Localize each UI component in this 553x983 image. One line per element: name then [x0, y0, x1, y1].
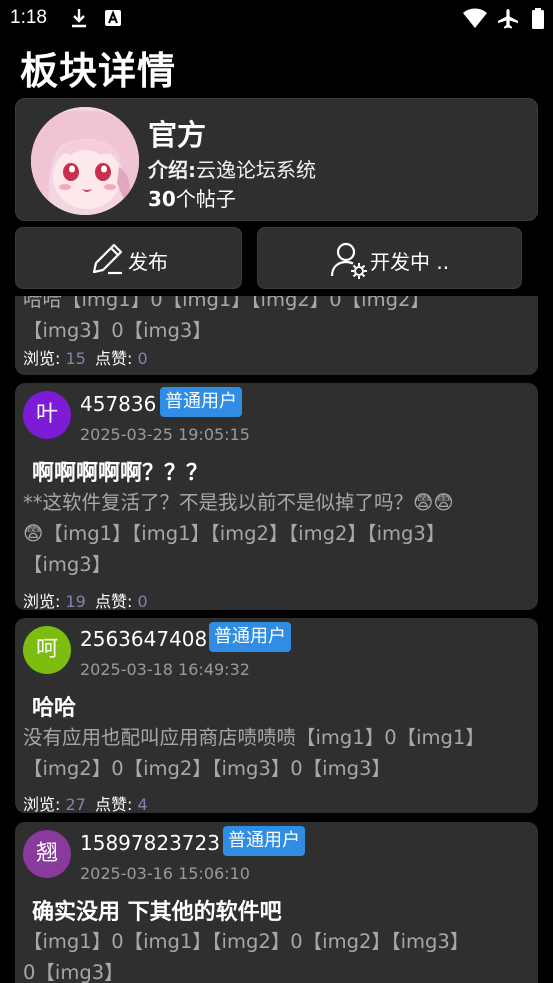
board-intro: 介绍:云逸论坛系统	[148, 154, 316, 183]
user-role-badge: 普通用户	[209, 622, 291, 652]
board-post-count: 30个帖子	[148, 183, 236, 212]
download-icon	[70, 8, 88, 32]
post-body-line: 【img2】0【img2】【img3】0【img3】	[23, 757, 391, 780]
post-date: 2025-03-25 19:05:15	[80, 425, 250, 444]
board-avatar[interactable]	[31, 107, 139, 215]
post-date: 2025-03-18 16:49:32	[80, 660, 250, 679]
user-avatar[interactable]: 呵	[23, 626, 71, 674]
likes-count: 0	[137, 592, 148, 610]
likes-label: 点赞:	[94, 349, 133, 368]
user-avatar[interactable]: 叶	[23, 391, 71, 439]
likes-label: 点赞:	[94, 795, 133, 813]
username[interactable]: 2563647408	[80, 627, 207, 651]
status-time: 1:18	[10, 7, 47, 28]
views-count: 15	[65, 349, 86, 368]
views-count: 19	[65, 592, 86, 610]
post-body: 没有应用也配叫应用商店啧啧啧【img1】0【img1】 【img2】0【img2…	[23, 722, 528, 784]
board-intro-text: 云逸论坛系统	[196, 158, 316, 182]
post-title: 哈哈	[32, 696, 77, 721]
page-title: 板块详情	[20, 49, 177, 93]
user-settings-icon	[330, 240, 370, 284]
post-stats: 浏览: 15 点赞: 0	[23, 345, 148, 369]
post-body-line: 哈哈【img1】0【img1】【img2】0【img2】	[23, 296, 430, 311]
post-card[interactable]: 呵 2563647408 普通用户 2025-03-18 16:49:32 哈哈…	[15, 618, 538, 813]
post-card[interactable]: 哈哈【img1】0【img1】【img2】0【img2】 【img3】0【img…	[15, 296, 538, 375]
user-role-badge: 普通用户	[160, 387, 242, 417]
post-title: 啊啊啊啊啊？？？	[32, 461, 209, 486]
board-info-card: 官方 介绍:云逸论坛系统 30个帖子	[15, 98, 538, 221]
post-body: 【img1】0【img1】【img2】0【img2】【img3】 0【img3】	[23, 926, 528, 983]
pen-edit-icon	[88, 240, 126, 282]
user-role-badge: 普通用户	[223, 826, 305, 856]
in-development-button[interactable]: 开发中 ..	[257, 227, 522, 289]
post-body-line: 0【img3】	[23, 961, 124, 983]
publish-button[interactable]: 发布	[15, 227, 242, 289]
post-body-line: 【img3】0【img3】	[23, 319, 212, 342]
post-body-line: **这软件复活了？不是我以前不是似掉了吗？😨😨	[23, 491, 454, 514]
post-body-line: 【img3】	[23, 553, 112, 576]
views-label: 浏览:	[23, 349, 61, 368]
views-label: 浏览:	[23, 795, 61, 813]
post-body-line: 【img1】0【img1】【img2】0【img2】【img3】	[23, 930, 470, 953]
text-app-icon	[104, 8, 122, 32]
post-card[interactable]: 翘 15897823723 普通用户 2025-03-16 15:06:10 确…	[15, 822, 538, 983]
battery-icon	[531, 8, 545, 34]
username[interactable]: 15897823723	[80, 831, 220, 855]
views-label: 浏览:	[23, 592, 61, 610]
post-feed[interactable]: 哈哈【img1】0【img1】【img2】0【img2】 【img3】0【img…	[0, 296, 553, 983]
post-stats: 浏览: 19 点赞: 0	[23, 588, 148, 610]
post-body: 哈哈【img1】0【img1】【img2】0【img2】 【img3】0【img…	[23, 296, 528, 346]
post-stats: 浏览: 27 点赞: 4	[23, 791, 148, 813]
post-card[interactable]: 叶 457836 普通用户 2025-03-25 19:05:15 啊啊啊啊啊？…	[15, 383, 538, 610]
board-intro-label: 介绍:	[148, 158, 196, 182]
likes-count: 0	[137, 349, 148, 368]
user-avatar[interactable]: 翘	[23, 830, 71, 878]
username[interactable]: 457836	[80, 392, 156, 416]
views-count: 27	[65, 795, 86, 813]
publish-label: 发布	[128, 250, 168, 274]
post-count-suffix: 个帖子	[175, 187, 236, 211]
post-date: 2025-03-16 15:06:10	[80, 864, 250, 883]
post-body-line: 没有应用也配叫应用商店啧啧啧【img1】0【img1】	[23, 726, 485, 749]
likes-count: 4	[137, 795, 148, 813]
airplane-mode-icon	[496, 8, 520, 34]
post-count-number: 30	[148, 187, 176, 211]
post-body-line: 😨【img1】【img1】【img2】【img2】【img3】	[23, 522, 446, 545]
in-development-label: 开发中 ..	[370, 250, 450, 274]
post-title: 确实没用 下其他的软件吧	[32, 900, 282, 925]
board-name: 官方	[148, 118, 207, 152]
status-bar: 1:18	[0, 0, 553, 38]
wifi-icon	[462, 8, 488, 34]
likes-label: 点赞:	[94, 592, 133, 610]
post-body: **这软件复活了？不是我以前不是似掉了吗？😨😨 😨【img1】【img1】【im…	[23, 487, 528, 580]
